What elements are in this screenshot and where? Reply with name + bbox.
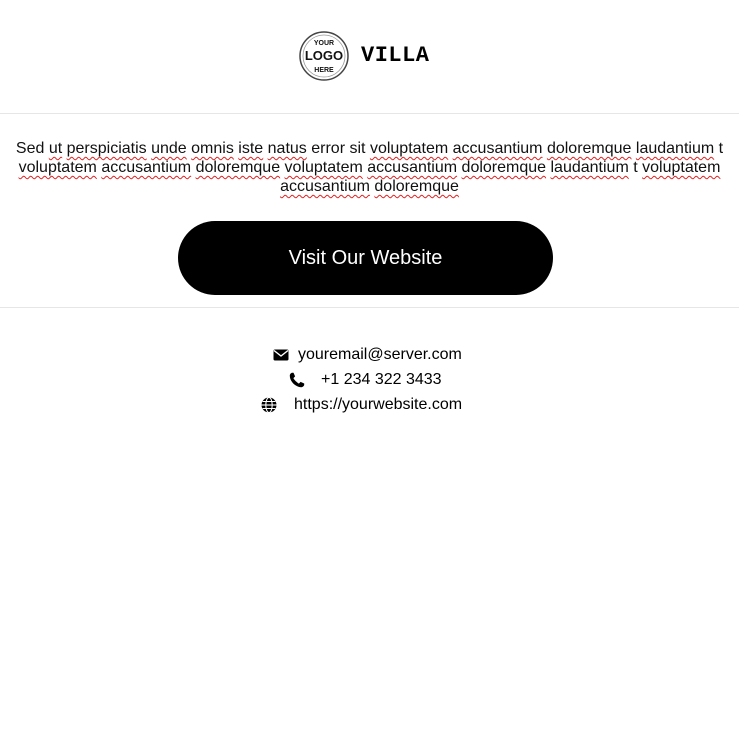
- paragraph-word: ut: [48, 140, 63, 157]
- logo-text: YOUR: [314, 40, 334, 47]
- logo-text: HERE: [314, 67, 334, 74]
- logo-text: LOGO: [305, 48, 343, 63]
- divider: [0, 307, 739, 308]
- visit-website-button[interactable]: Visit Our Website: [178, 221, 553, 295]
- paragraph-word: doloremque: [195, 159, 281, 176]
- paragraph-word: doloremque: [374, 178, 459, 195]
- contact-phone[interactable]: +1 234 322 3433: [321, 370, 442, 390]
- logo-badge: YOUR LOGO HERE: [299, 31, 349, 81]
- paragraph-word: accusantium: [280, 178, 370, 195]
- email-header: YOUR LOGO HERE VILLA: [0, 0, 739, 114]
- paragraph-word: voluptatem: [284, 159, 363, 176]
- paragraph-word: Sed: [15, 140, 45, 157]
- brand-name: VILLA: [361, 43, 430, 68]
- paragraph-word: t: [718, 140, 724, 157]
- contact-email[interactable]: youremail@server.com: [298, 345, 462, 365]
- paragraph-word: perspiciatis: [66, 140, 147, 157]
- phone-icon: [289, 372, 305, 388]
- paragraph-word: natus: [267, 140, 307, 157]
- contact-email-row[interactable]: youremail@server.com: [272, 345, 462, 365]
- paragraph-word: accusantium: [452, 140, 543, 157]
- paragraph-word: voluptatem: [369, 140, 449, 157]
- paragraph-word: doloremque: [461, 159, 547, 176]
- paragraph-word: voluptatem: [642, 159, 721, 176]
- contact-website[interactable]: https://yourwebsite.com: [294, 395, 462, 415]
- paragraph-word: laudantium: [550, 159, 629, 176]
- contact-phone-row[interactable]: +1 234 322 3433: [288, 370, 442, 390]
- paragraph-word: laudantium: [635, 140, 715, 157]
- paragraph-word: iste: [238, 140, 264, 157]
- paragraph-word: omnis: [191, 140, 234, 157]
- envelope-icon: [273, 349, 289, 361]
- paragraph-word: doloremque: [546, 140, 632, 157]
- paragraph-word: unde: [151, 140, 187, 157]
- globe-icon: [261, 396, 277, 414]
- paragraph-word: sit: [349, 140, 366, 157]
- paragraph-word: error: [311, 140, 346, 157]
- paragraph-word: accusantium: [367, 159, 458, 176]
- paragraph-word: accusantium: [101, 159, 192, 176]
- contact-website-row[interactable]: https://yourwebsite.com: [260, 395, 462, 415]
- body-paragraph: Sed ut perspiciatis unde omnis iste natu…: [0, 139, 739, 196]
- paragraph-word: t: [633, 159, 638, 176]
- paragraph-word: voluptatem: [18, 159, 97, 176]
